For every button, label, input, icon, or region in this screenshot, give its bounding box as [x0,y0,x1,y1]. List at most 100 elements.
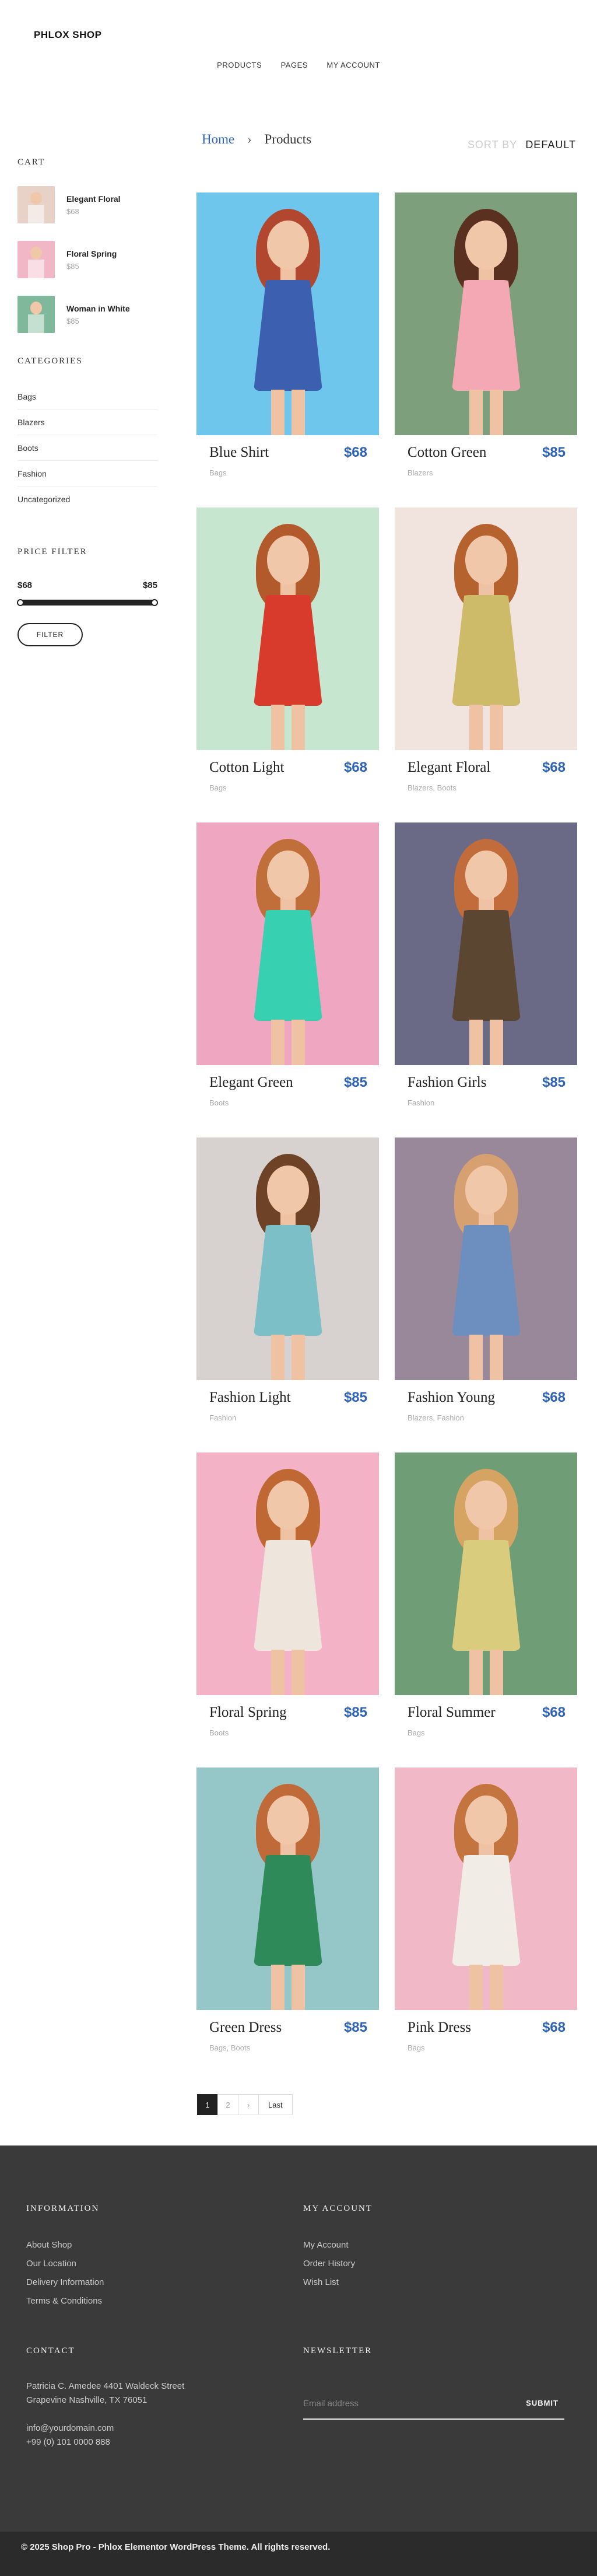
product-name[interactable]: Fashion Girls [408,1074,486,1091]
product-categories[interactable]: Fashion [408,1098,434,1107]
product-price: $68 [343,444,367,460]
product-image[interactable] [196,192,379,435]
product-image[interactable] [395,508,577,750]
product-categories[interactable]: Boots [209,1728,229,1737]
product-card[interactable]: Cotton Green $85 Blazers [395,192,577,477]
product-categories[interactable]: Blazers, Boots [408,783,456,792]
product-name[interactable]: Elegant Floral [408,760,490,776]
product-categories[interactable]: Bags [408,1728,425,1737]
last-page-button[interactable]: Last [258,2094,293,2115]
contact-phone: +99 (0) 101 0000 888 [26,2437,110,2447]
page-1-button[interactable]: 1 [197,2094,218,2115]
cart-item[interactable]: Elegant Floral $68 [17,184,157,226]
product-categories[interactable]: Blazers [408,468,433,477]
model-face [465,220,507,270]
nav-item-my-account[interactable]: MY ACCOUNT [326,61,380,69]
product-name[interactable]: Floral Summer [408,1704,496,1721]
newsletter-title: NEWSLETTER [303,2346,373,2356]
cart-item-name[interactable]: Woman in White [66,304,130,313]
nav-item-pages[interactable]: PAGES [281,61,308,69]
model-dress [452,1225,521,1336]
product-name[interactable]: Pink Dress [408,2020,471,2036]
cart-item[interactable]: Floral Spring $85 [17,239,157,281]
product-image[interactable] [395,1138,577,1380]
product-price: $85 [343,1074,367,1090]
category-item-blazers[interactable]: Blazers [17,410,157,435]
model-dress [254,595,322,706]
cart-item-name[interactable]: Elegant Floral [66,194,121,204]
model-face [267,1796,309,1845]
product-categories[interactable]: Boots [209,1098,229,1107]
product-card[interactable]: Cotton Light $68 Bags [196,508,379,792]
sort-control: SORT BY DEFAULT [468,139,576,151]
product-name[interactable]: Floral Spring [209,1704,287,1721]
next-page-icon[interactable]: › [238,2094,259,2115]
filter-button[interactable]: FILTER [17,623,83,646]
product-card[interactable]: Floral Spring $85 Boots [196,1452,379,1737]
product-categories[interactable]: Bags [209,468,227,477]
product-card[interactable]: Elegant Green $85 Boots [196,822,379,1107]
product-image[interactable] [196,508,379,750]
page-2-button[interactable]: 2 [217,2094,238,2115]
newsletter-email-input[interactable] [303,2390,513,2416]
footer-link-my-account[interactable]: My Account [303,2236,373,2255]
product-categories[interactable]: Bags [408,2043,425,2052]
footer-link-wish-list[interactable]: Wish List [303,2273,373,2292]
price-slider[interactable] [17,599,158,606]
breadcrumb: Home › Products [202,132,311,147]
contact-email[interactable]: info@yourdomain.com [26,2421,184,2435]
footer-link-terms[interactable]: Terms & Conditions [26,2292,104,2311]
product-image[interactable] [196,1138,379,1380]
product-categories[interactable]: Bags [209,783,227,792]
cart-item[interactable]: Woman in White $85 [17,293,157,335]
nav-item-products[interactable]: PRODUCTS [217,61,262,69]
product-categories[interactable]: Blazers, Fashion [408,1413,464,1422]
product-price: $68 [542,1704,566,1720]
cart-item-name[interactable]: Floral Spring [66,249,117,258]
breadcrumb-home-link[interactable]: Home [202,132,234,147]
cart-item-thumbnail[interactable] [17,186,55,223]
product-name[interactable]: Elegant Green [209,1074,293,1091]
category-item-uncategorized[interactable]: Uncategorized [17,487,157,512]
footer-link-our-location[interactable]: Our Location [26,2255,104,2273]
product-card[interactable]: Elegant Floral $68 Blazers, Boots [395,508,577,792]
price-slider-max-handle[interactable] [151,599,158,606]
sort-dropdown[interactable]: DEFAULT [525,139,576,150]
model-dress [254,280,322,391]
product-name[interactable]: Fashion Young [408,1390,495,1406]
product-card[interactable]: Fashion Girls $85 Fashion [395,822,577,1107]
product-image[interactable] [395,1768,577,2010]
product-name[interactable]: Blue Shirt [209,444,269,461]
product-card[interactable]: Pink Dress $68 Bags [395,1768,577,2052]
product-name[interactable]: Fashion Light [209,1390,291,1406]
product-price: $68 [542,760,566,775]
product-name[interactable]: Cotton Green [408,444,486,461]
product-categories[interactable]: Fashion [209,1413,236,1422]
product-card[interactable]: Fashion Light $85 Fashion [196,1138,379,1422]
product-image[interactable] [395,1452,577,1695]
product-name[interactable]: Cotton Light [209,760,284,776]
product-card[interactable]: Floral Summer $68 Bags [395,1452,577,1737]
cart-item-thumbnail[interactable] [17,241,55,278]
footer-link-delivery-information[interactable]: Delivery Information [26,2273,104,2292]
model-legs [271,390,305,435]
category-item-boots[interactable]: Boots [17,435,157,461]
product-image[interactable] [395,192,577,435]
product-card[interactable]: Blue Shirt $68 Bags [196,192,379,477]
product-name[interactable]: Green Dress [209,2020,282,2036]
price-slider-min-handle[interactable] [17,599,24,606]
product-image[interactable] [196,1452,379,1695]
site-logo[interactable]: PHLOX SHOP [34,29,101,41]
footer-link-about-shop[interactable]: About Shop [26,2236,104,2255]
cart-item-thumbnail[interactable] [17,296,55,333]
product-image[interactable] [395,822,577,1065]
footer-link-order-history[interactable]: Order History [303,2255,373,2273]
product-card[interactable]: Green Dress $85 Bags, Boots [196,1768,379,2052]
newsletter-submit-button[interactable]: SUBMIT [526,2399,559,2407]
category-item-fashion[interactable]: Fashion [17,461,157,487]
product-card[interactable]: Fashion Young $68 Blazers, Fashion [395,1138,577,1422]
product-categories[interactable]: Bags, Boots [209,2043,250,2052]
product-image[interactable] [196,1768,379,2010]
category-item-bags[interactable]: Bags [17,384,157,410]
product-image[interactable] [196,822,379,1065]
